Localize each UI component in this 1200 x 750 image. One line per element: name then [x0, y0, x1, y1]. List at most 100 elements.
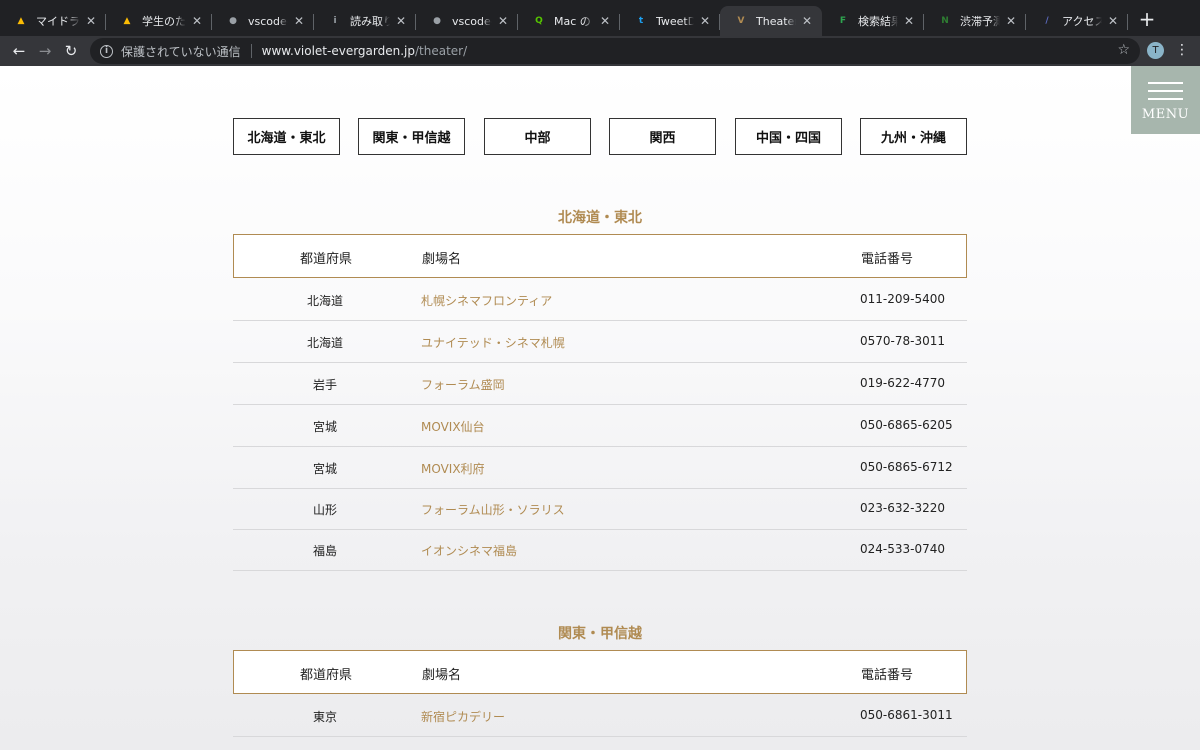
region-button-kyushu-okinawa[interactable]: 九州・沖縄: [860, 118, 967, 155]
close-tab-icon[interactable]: ✕: [698, 14, 712, 28]
flag-icon: F: [839, 16, 847, 26]
browser-menu-kebab-icon[interactable]: ⋮: [1174, 40, 1190, 60]
qiita-icon: Q: [535, 16, 543, 26]
github-icon: ●: [229, 16, 237, 26]
theater-link[interactable]: ユナイテッド・シネマ札幌: [421, 334, 565, 351]
cell-prefecture: 北海道: [306, 336, 343, 350]
region-button-chubu[interactable]: 中部: [484, 118, 591, 155]
tab-title: Theater |: [756, 14, 796, 28]
header-prefecture: 都道府県: [299, 668, 352, 683]
close-tab-icon[interactable]: ✕: [84, 14, 98, 28]
close-tab-icon[interactable]: ✕: [1004, 14, 1018, 28]
drive-icon: ▲: [17, 16, 25, 26]
tab-title: アクセスマップ: [1062, 15, 1102, 28]
theater-link[interactable]: フォーラム盛岡: [421, 376, 505, 393]
address-bar[interactable]: i 保護されていない通信 www.violet-evergarden.jp /t…: [90, 38, 1140, 64]
table-row: 宮城 MOVIX仙台 050-6865-6205: [233, 405, 967, 447]
cell-phone: 011-209-5400: [860, 292, 946, 306]
tab-title: 検索結果 |: [858, 15, 898, 28]
theater-link[interactable]: フォーラム山形・ソラリス: [421, 501, 565, 518]
hamburger-icon: [1148, 90, 1183, 92]
drive-icon: ▲: [123, 16, 131, 26]
table-row: 北海道 ユナイテッド・シネマ札幌 0570-78-3011: [233, 321, 967, 363]
table-header: 都道府県 劇場名 電話番号: [233, 650, 967, 694]
browser-tab[interactable]: F 検索結果 | ✕: [822, 6, 924, 36]
close-tab-icon[interactable]: ✕: [598, 14, 612, 28]
new-tab-button[interactable]: +: [1136, 9, 1158, 31]
cell-phone: 023-632-3220: [860, 501, 946, 515]
header-phone: 電話番号: [861, 252, 914, 267]
info-circle-icon: i: [333, 16, 337, 26]
browser-tab[interactable]: ● vscode-cpp ✕: [212, 6, 314, 36]
table-row: 山形 フォーラム山形・ソラリス 023-632-3220: [233, 488, 967, 530]
reload-button[interactable]: ↻: [60, 40, 82, 62]
tab-title: Mac の Visual: [554, 15, 594, 28]
cell-prefecture: 岩手: [312, 378, 337, 392]
table-header: 都道府県 劇場名 電話番号: [233, 234, 967, 278]
header-theater-name: 劇場名: [422, 252, 462, 267]
close-tab-icon[interactable]: ✕: [496, 14, 510, 28]
cell-phone: 050-6865-6205: [860, 418, 953, 432]
insecure-label: 保護されていない通信: [121, 44, 241, 59]
close-tab-icon[interactable]: ✕: [190, 14, 204, 28]
theater-link[interactable]: MOVIX仙台: [421, 418, 485, 435]
browser-tab[interactable]: V Theater | ✕: [720, 6, 822, 36]
forward-button[interactable]: →: [34, 40, 56, 62]
header-theater-name: 劇場名: [422, 668, 462, 683]
close-tab-icon[interactable]: ✕: [800, 14, 814, 28]
cell-phone: 024-533-0740: [860, 542, 946, 556]
close-tab-icon[interactable]: ✕: [394, 14, 408, 28]
browser-tab[interactable]: t TweetDeck ✕: [620, 6, 720, 36]
browser-tab[interactable]: i 読み取り専用 ✕: [314, 6, 416, 36]
browser-tab[interactable]: ▲ マイドライブ ✕: [0, 6, 106, 36]
theater-link[interactable]: イオンシネマ福島: [421, 542, 517, 559]
browser-tab[interactable]: ▲ 学生のための ✕: [106, 6, 212, 36]
twitter-icon: t: [638, 16, 644, 26]
table-row: 福島 イオンシネマ福島 024-533-0740: [233, 529, 967, 571]
info-icon[interactable]: i: [100, 44, 113, 58]
table-row: 東京 新宿ピカデリー 050-6861-3011: [233, 695, 967, 737]
cell-prefecture: 宮城: [312, 420, 337, 434]
section-title-hokkaido-tohoku: 北海道・東北: [558, 210, 642, 226]
theater-link[interactable]: 新宿ピカデリー: [421, 708, 505, 725]
url-path: /theater/: [415, 44, 468, 58]
tab-title: vscode-cpp: [248, 14, 288, 28]
tab-title: TweetDeck: [656, 14, 694, 28]
header-phone: 電話番号: [861, 668, 914, 683]
cell-prefecture: 山形: [312, 503, 337, 517]
page-content: MENU 北海道・東北 関東・甲信越 中部 関西 中国・四国 九州・沖縄 北海道…: [0, 66, 1200, 750]
cell-prefecture: 東京: [312, 710, 337, 724]
github-icon: ●: [433, 16, 441, 26]
tab-title: vscode-cpp: [452, 14, 492, 28]
region-button-chugoku-shikoku[interactable]: 中国・四国: [735, 118, 842, 155]
close-tab-icon[interactable]: ✕: [902, 14, 916, 28]
bookmark-star-icon[interactable]: ☆: [1117, 42, 1130, 58]
table-row: 宮城 MOVIX利府 050-6865-6712: [233, 447, 967, 489]
profile-avatar[interactable]: T: [1147, 42, 1164, 59]
nexco-icon: N: [941, 16, 949, 26]
back-button[interactable]: ←: [8, 40, 30, 62]
close-tab-icon[interactable]: ✕: [292, 14, 306, 28]
theater-link[interactable]: 札幌シネマフロンティア: [421, 292, 552, 309]
hamburger-icon: [1148, 82, 1183, 84]
tab-title: マイドライブ: [36, 15, 80, 28]
browser-tab[interactable]: / アクセスマップ ✕: [1026, 6, 1128, 36]
close-tab-icon[interactable]: ✕: [1106, 14, 1120, 28]
tab-title: 読み取り専用: [350, 15, 390, 28]
hamburger-icon: [1148, 98, 1183, 100]
table-row: 岩手 フォーラム盛岡 019-622-4770: [233, 363, 967, 405]
url-host: www.violet-evergarden.jp: [261, 44, 415, 58]
header-prefecture: 都道府県: [299, 252, 352, 267]
cell-phone: 0570-78-3011: [860, 334, 946, 348]
browser-tab[interactable]: Q Mac の Visual ✕: [518, 6, 620, 36]
region-button-kanto-koshinetsu[interactable]: 関東・甲信越: [358, 118, 465, 155]
slash-icon: /: [1045, 16, 1049, 26]
region-button-kansai[interactable]: 関西: [609, 118, 716, 155]
menu-button[interactable]: MENU: [1131, 66, 1200, 134]
theater-link[interactable]: MOVIX利府: [421, 460, 485, 477]
cell-prefecture: 北海道: [306, 294, 343, 308]
region-button-hokkaido-tohoku[interactable]: 北海道・東北: [233, 118, 340, 155]
browser-tab[interactable]: ● vscode-cpp ✕: [416, 6, 518, 36]
browser-tab[interactable]: N 渋滞予測 | ✕: [924, 6, 1026, 36]
cell-prefecture: 宮城: [312, 462, 337, 476]
